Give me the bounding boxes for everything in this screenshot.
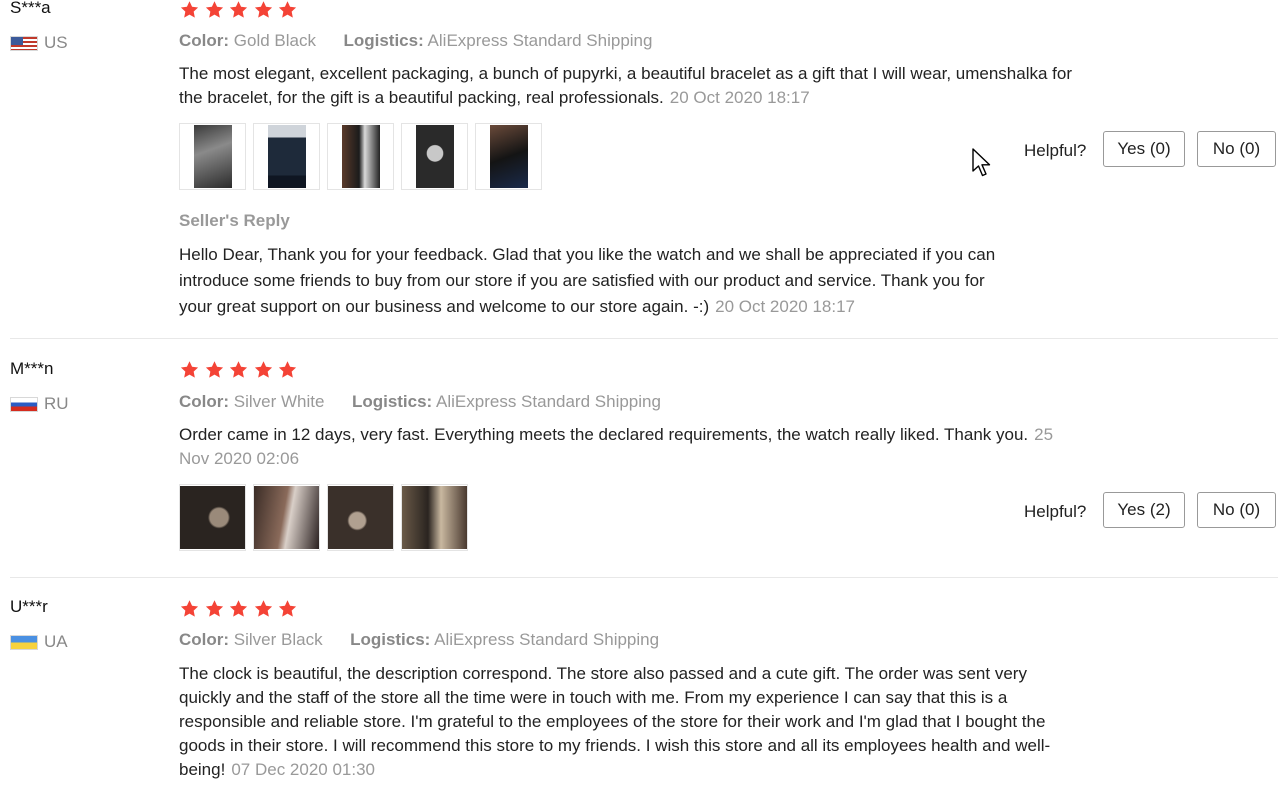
star-icon — [204, 599, 225, 619]
reply-date: 20 Oct 2020 18:17 — [715, 297, 856, 316]
logistics-label: Logistics: — [351, 392, 433, 411]
reply-text-line: introduce some friends to buy from our s… — [179, 271, 985, 290]
order-info: Color: Gold Black Logistics: AliExpress … — [179, 31, 652, 51]
color-value: Silver White — [233, 392, 325, 411]
star-icon — [253, 0, 274, 20]
review-text-line: being! — [179, 760, 226, 779]
review-text-line: the bracelet, for the gift is a beautifu… — [179, 88, 664, 107]
review-text-line: goods in their store. I will recommend t… — [179, 736, 1051, 755]
star-icon — [179, 360, 200, 380]
logistics-value: AliExpress Standard Shipping — [436, 392, 661, 411]
review-text: The clock is beautiful, the description … — [179, 662, 1154, 782]
star-icon — [277, 360, 298, 380]
review-photo[interactable] — [253, 123, 320, 190]
country-code: RU — [44, 394, 69, 413]
review-text-line: responsible and reliable store. I'm grat… — [179, 712, 1046, 731]
reviewer-name: U***r — [10, 597, 48, 616]
order-info: Color: Silver White Logistics: AliExpres… — [179, 392, 661, 412]
divider — [10, 577, 1278, 578]
reviewer-country: UA — [10, 632, 68, 652]
divider — [10, 338, 1278, 339]
reply-text-line: Hello Dear, Thank you for your feedback.… — [179, 245, 996, 264]
us-flag-icon — [10, 35, 38, 51]
review-photos — [179, 484, 475, 551]
review-photo[interactable] — [253, 484, 320, 551]
color-label: Color: — [179, 31, 230, 50]
color-label: Color: — [179, 630, 230, 649]
color-value: Silver Black — [233, 630, 323, 649]
star-icon — [179, 599, 200, 619]
seller-reply-title: Seller's Reply — [179, 211, 290, 230]
review-text-line: Order came in 12 days, very fast. Everyt… — [179, 425, 1029, 444]
review-photo[interactable] — [475, 123, 542, 190]
star-icon — [253, 360, 274, 380]
star-rating — [179, 0, 302, 20]
country-code: US — [44, 33, 68, 52]
logistics-label: Logistics: — [343, 31, 424, 50]
review-photo[interactable] — [179, 484, 246, 551]
reply-text-line: your great support on our business and w… — [179, 297, 710, 316]
ru-flag-icon — [10, 396, 38, 412]
helpful-label: Helpful? — [1024, 141, 1087, 160]
helpful-yes-button[interactable]: Yes (2) — [1103, 492, 1185, 528]
country-code: UA — [44, 632, 68, 651]
logistics-label: Logistics: — [350, 630, 431, 649]
reviewer-country: US — [10, 33, 68, 53]
star-icon — [277, 599, 298, 619]
star-icon — [204, 0, 225, 20]
review-date: 20 Oct 2020 18:17 — [669, 88, 810, 107]
reviewer-name: M***n — [10, 359, 54, 378]
review-date: Nov 2020 02:06 — [179, 449, 300, 468]
ua-flag-icon — [10, 634, 38, 650]
seller-reply-text: Hello Dear, Thank you for your feedback.… — [179, 242, 1079, 320]
review-text-line: quickly and the staff of the store all t… — [179, 688, 1008, 707]
review-photo[interactable] — [327, 484, 394, 551]
star-icon — [204, 360, 225, 380]
star-icon — [228, 599, 249, 619]
order-info: Color: Silver Black Logistics: AliExpres… — [179, 630, 659, 650]
logistics-value: AliExpress Standard Shipping — [427, 31, 653, 50]
review-photos — [179, 123, 549, 190]
reviewer-country: RU — [10, 394, 69, 414]
color-label: Color: — [179, 392, 230, 411]
review-photo[interactable] — [401, 123, 468, 190]
helpful-no-button[interactable]: No (0) — [1197, 492, 1276, 528]
review-text-line: The most elegant, excellent packaging, a… — [179, 64, 1073, 83]
mouse-cursor-icon — [972, 148, 991, 177]
review-text: Order came in 12 days, very fast. Everyt… — [179, 423, 1154, 471]
reviewer-name: S***a — [10, 0, 51, 17]
review-date: 25 — [1034, 425, 1054, 444]
helpful-yes-button[interactable]: Yes (0) — [1103, 131, 1185, 167]
star-icon — [179, 0, 200, 20]
review-photo[interactable] — [401, 484, 468, 551]
star-icon — [228, 360, 249, 380]
review-photo[interactable] — [327, 123, 394, 190]
review-text: The most elegant, excellent packaging, a… — [179, 62, 1154, 110]
helpful-no-button[interactable]: No (0) — [1197, 131, 1276, 167]
star-rating — [179, 360, 302, 380]
star-icon — [277, 0, 298, 20]
logistics-value: AliExpress Standard Shipping — [434, 630, 660, 649]
review-date: 07 Dec 2020 01:30 — [231, 760, 375, 779]
star-icon — [253, 599, 274, 619]
star-rating — [179, 599, 302, 619]
color-value: Gold Black — [233, 31, 316, 50]
helpful-label: Helpful? — [1024, 502, 1087, 521]
star-icon — [228, 0, 249, 20]
review-photo[interactable] — [179, 123, 246, 190]
review-text-line: The clock is beautiful, the description … — [179, 664, 1027, 683]
